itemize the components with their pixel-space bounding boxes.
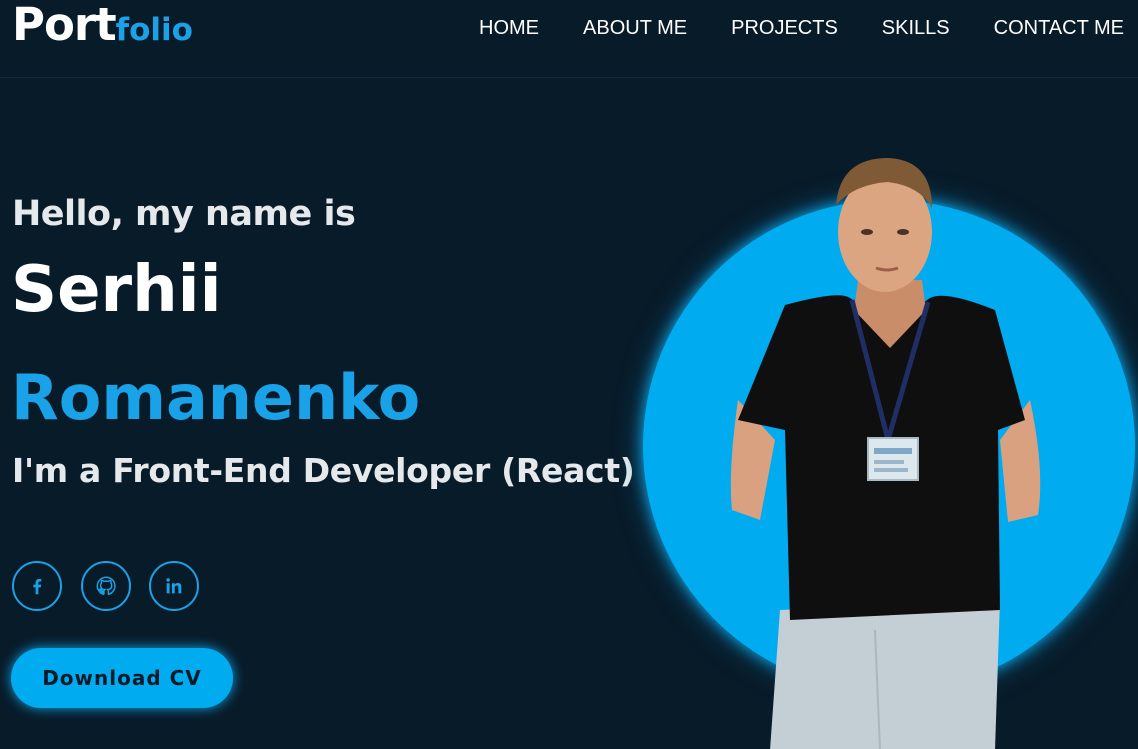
nav-about-me[interactable]: ABOUT ME [583,17,687,39]
main-nav: HOME ABOUT ME PROJECTS SKILLS CONTACT ME [435,17,1124,39]
page: Portfolio HOME ABOUT ME PROJECTS SKILLS … [0,0,1138,749]
facebook-icon [33,578,42,595]
nav-skills[interactable]: SKILLS [882,17,950,39]
nav-home[interactable]: HOME [479,17,539,39]
logo[interactable]: Portfolio [12,2,193,47]
logo-part-folio: folio [115,12,193,48]
facebook-link[interactable] [12,561,62,611]
hero-first-name: Serhii [11,253,222,327]
download-cv-button[interactable]: Download CV [11,648,233,708]
linkedin-icon [166,578,182,594]
github-link[interactable] [81,561,131,611]
nav-contact-me[interactable]: CONTACT ME [994,17,1124,39]
hero-role: I'm a Front-End Developer (React) [12,451,635,490]
nav-projects[interactable]: PROJECTS [731,17,838,39]
logo-part-port: Port [12,0,117,51]
hero-greeting: Hello, my name is [12,194,356,234]
github-icon [96,576,116,595]
linkedin-link[interactable] [149,561,199,611]
hero-last-name: Romanenko [11,361,421,434]
site-header: Portfolio HOME ABOUT ME PROJECTS SKILLS … [0,0,1138,78]
profile-photo [730,158,1041,749]
